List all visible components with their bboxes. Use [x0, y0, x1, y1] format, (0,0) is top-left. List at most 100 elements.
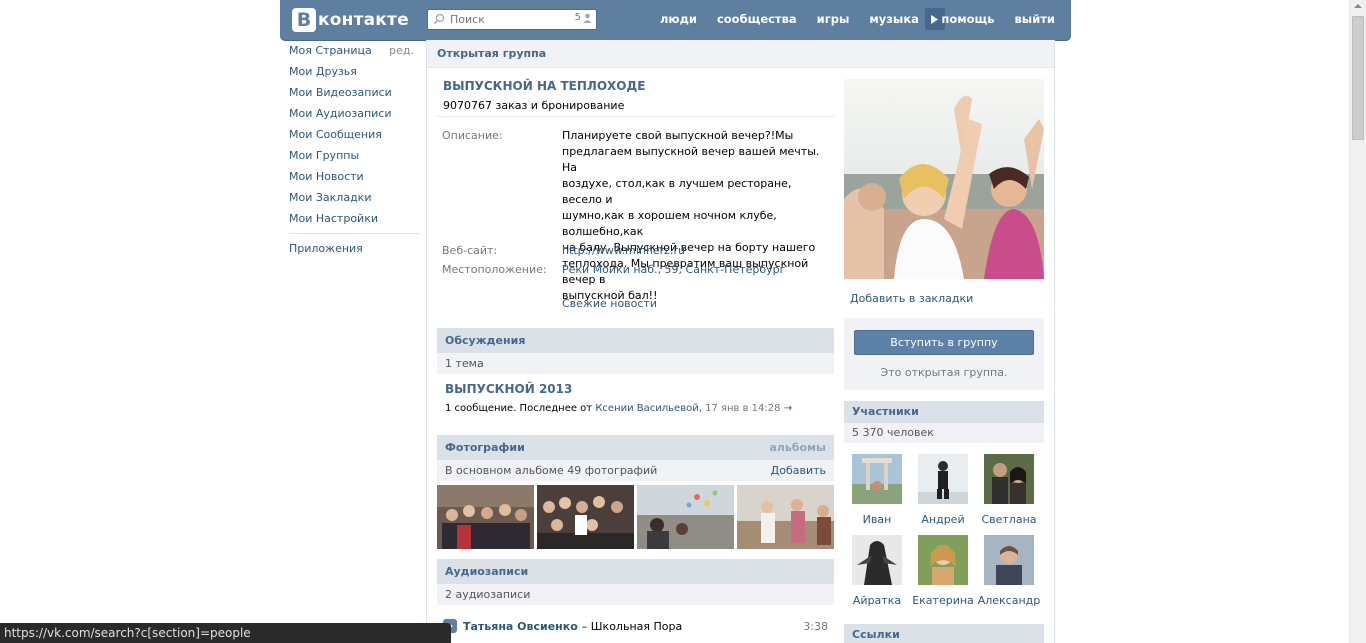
nav-people[interactable]: люди [660, 12, 697, 26]
page-root: В контакте 5 люди сообщества игры музыка [0, 0, 1366, 643]
search-count-number: 5 [574, 12, 581, 23]
scroll-thumb[interactable] [1352, 16, 1364, 140]
member-avatar [852, 454, 902, 504]
member-name: Екатерина [912, 594, 974, 607]
member-avatar [852, 535, 902, 585]
photo-thumbnail[interactable] [637, 485, 734, 549]
menu-my-messages[interactable]: Мои Сообщения [280, 124, 420, 145]
photos-count: В основном альбоме 49 фотографий [445, 464, 658, 477]
topic-date: 17 янв в 14:28 [705, 403, 781, 414]
member-item[interactable]: Светлана [976, 454, 1042, 526]
location-link[interactable]: Реки Мойки наб., 59, Санкт-Петербург [562, 262, 828, 278]
nav-communities[interactable]: сообщества [717, 12, 797, 26]
member-name: Светлана [981, 513, 1037, 526]
member-item[interactable]: Александр [976, 535, 1042, 607]
search-input[interactable] [450, 10, 568, 29]
vk-logo[interactable]: В контакте [292, 7, 409, 32]
open-group-note: Это открытая группа. [880, 366, 1008, 379]
member-item[interactable]: Екатерина [910, 535, 976, 607]
member-item[interactable]: Иван [844, 454, 910, 526]
group-status: 9070767 заказ и бронирование [443, 99, 625, 112]
members-header[interactable]: Участники [844, 401, 1044, 423]
photo-strip [437, 485, 834, 549]
description-line: Планируете свой выпускной вечер?!Мы [562, 129, 794, 142]
albums-link[interactable]: альбомы [769, 435, 826, 460]
nav-logout[interactable]: выйти [1015, 12, 1055, 26]
menu-my-news[interactable]: Мои Новости [280, 166, 420, 187]
audio-duration: 3:38 [803, 619, 828, 633]
top-nav-right: помощь выйти [921, 0, 1055, 38]
menu-my-groups[interactable]: Мои Группы [280, 145, 420, 166]
menu-my-settings[interactable]: Мои Настройки [280, 208, 420, 229]
menu-label: Моя Страница [289, 44, 372, 57]
menu-my-bookmarks[interactable]: Мои Закладки [280, 187, 420, 208]
fresh-news-link[interactable]: Свежие новости [562, 296, 828, 312]
search-count: 5 [575, 12, 592, 23]
search-box[interactable]: 5 [427, 9, 597, 30]
topic-meta: 1 сообщение. Последнее от Ксении Василье… [445, 403, 792, 414]
nav-help[interactable]: помощь [941, 12, 994, 26]
photos-title: Фотографии [445, 441, 525, 454]
member-name: Иван [862, 513, 892, 526]
group-avatar-image [844, 79, 1044, 279]
top-header: В контакте 5 люди сообщества игры музыка [280, 0, 1071, 40]
join-group-button[interactable]: Вступить в группу [854, 330, 1034, 355]
photo-thumbnail[interactable] [437, 485, 534, 549]
vk-logo-text: контакте [318, 9, 409, 30]
nav-music[interactable]: музыка [869, 12, 919, 26]
member-avatar [918, 454, 968, 504]
member-item[interactable]: Айратка [844, 535, 910, 607]
links-header[interactable]: Ссылки [844, 624, 1044, 643]
audio-count: 2 аудиозаписи [437, 584, 834, 605]
website-link[interactable]: http://www.minherz.ru [562, 243, 828, 259]
topic-title[interactable]: ВЫПУСКНОЙ 2013 [445, 382, 572, 396]
description-line: шумно,как в хорошем ночном клубе, волшеб… [562, 209, 777, 238]
scroll-up-arrow-icon[interactable] [1354, 4, 1362, 8]
member-name: Андрей [921, 513, 965, 526]
discussions-count: 1 тема [437, 353, 834, 374]
nav-games[interactable]: игры [817, 12, 850, 26]
add-photo-link[interactable]: Добавить [771, 460, 826, 481]
photo-thumbnail[interactable] [737, 485, 834, 549]
vk-logo-letter: В [292, 7, 316, 32]
member-item[interactable]: Андрей [910, 454, 976, 526]
browser-status-bar: https://vk.com/search?c[section]=people [0, 623, 451, 643]
group-avatar[interactable] [844, 79, 1044, 279]
audio-track[interactable]: Татьяна Овсиенко – Школьная Пора 3:38 [443, 617, 828, 635]
audio-title: – Школьная Пора [581, 619, 683, 633]
website-label: Веб-сайт: [442, 244, 498, 257]
photo-thumbnail[interactable] [537, 485, 634, 549]
audio-artist[interactable]: Татьяна Овсиенко [463, 620, 578, 633]
page-type-bar: Открытая группа [427, 40, 1054, 68]
content-wrap: Открытая группа ВЫПУСКНОЙ НА ТЕПЛОХОДЕ 9… [426, 40, 1055, 643]
menu-my-friends[interactable]: Мои Друзья [280, 61, 420, 82]
top-nav: люди сообщества игры музыка [660, 0, 963, 38]
member-avatar [984, 535, 1034, 585]
member-avatar [918, 535, 968, 585]
topic-author-link[interactable]: Ксении Васильевой, [595, 403, 702, 414]
person-icon [583, 13, 592, 23]
add-bookmark-link[interactable]: Добавить в закладки [850, 292, 973, 305]
location-label: Местоположение: [442, 263, 547, 276]
menu-my-audio[interactable]: Мои Аудиозаписи [280, 103, 420, 124]
audio-header[interactable]: Аудиозаписи [437, 559, 834, 584]
left-menu: Моя Страница ред. Мои Друзья Мои Видеоза… [280, 40, 420, 259]
description-line: воздухе, стол,как в лучшем ресторане, ве… [562, 177, 792, 206]
menu-edit-link[interactable]: ред. [389, 40, 414, 61]
menu-apps[interactable]: Приложения [280, 238, 420, 259]
menu-divider [289, 233, 420, 234]
member-avatar [984, 454, 1034, 504]
page-scrollbar[interactable] [1349, 0, 1366, 643]
menu-my-videos[interactable]: Мои Видеозаписи [280, 82, 420, 103]
topic-arrow-icon[interactable]: → [784, 403, 792, 414]
menu-my-page[interactable]: Моя Страница ред. [280, 40, 420, 61]
description-line: предлагаем выпускной вечер вашей мечты. … [562, 145, 820, 174]
photos-header[interactable]: Фотографии альбомы [437, 435, 834, 460]
search-icon [433, 13, 445, 25]
member-name: Айратка [852, 594, 902, 607]
info-divider [437, 116, 834, 117]
group-title: ВЫПУСКНОЙ НА ТЕПЛОХОДЕ [443, 79, 646, 93]
members-count: 5 370 человек [844, 423, 1044, 443]
discussions-header[interactable]: Обсуждения [437, 328, 834, 353]
member-name: Александр [977, 594, 1041, 607]
